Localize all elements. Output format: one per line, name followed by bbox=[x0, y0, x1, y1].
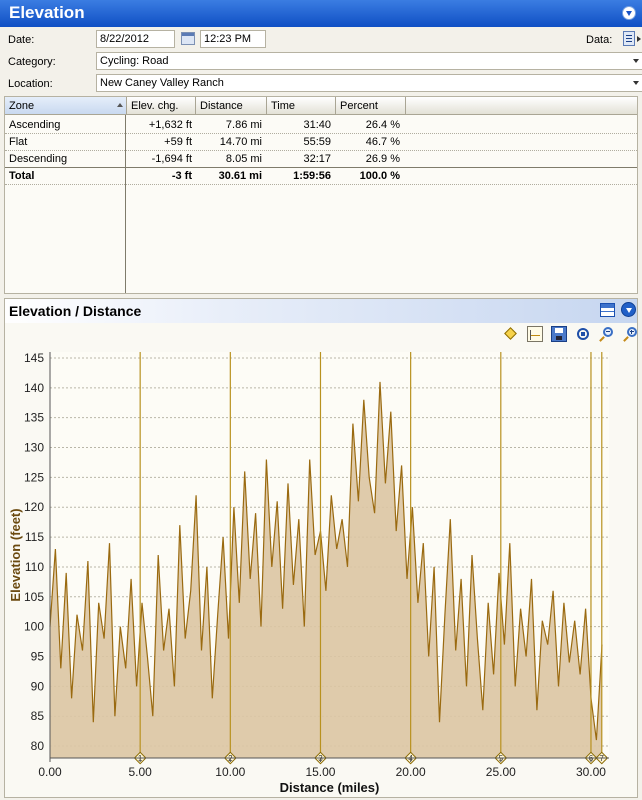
zone-table: Zone Elev. chg. Distance Time Percent As… bbox=[4, 96, 638, 294]
table-cell-total: Total bbox=[9, 170, 35, 182]
x-tick-label: 25.00 bbox=[486, 765, 516, 779]
table-cell: 26.4 % bbox=[365, 119, 400, 131]
y-tick-label: 145 bbox=[24, 351, 44, 365]
chart-menu-icon[interactable] bbox=[621, 302, 636, 317]
data-source-icon[interactable] bbox=[623, 31, 635, 46]
chart-panel: Elevation / Distance 80 85 90 95 100 105 110 11… bbox=[4, 298, 638, 798]
y-tick-label: 120 bbox=[24, 500, 44, 514]
x-tick-label: 20.00 bbox=[396, 765, 426, 779]
table-cell: Descending bbox=[9, 153, 68, 165]
chart-section-title-text: Elevation / Distance bbox=[9, 303, 142, 319]
table-cell: 8.05 mi bbox=[225, 153, 262, 165]
column-header-elev-chg[interactable]: Elev. chg. bbox=[127, 97, 196, 115]
table-cell: Ascending bbox=[9, 119, 61, 131]
chevron-down-icon[interactable] bbox=[633, 81, 639, 85]
location-select[interactable]: New Caney Valley Ranch bbox=[96, 74, 642, 92]
chart-settings-icon[interactable] bbox=[527, 326, 543, 342]
x-tick-label: 30.00 bbox=[576, 765, 606, 779]
table-cell-total: -3 ft bbox=[171, 170, 192, 182]
calendar-icon[interactable] bbox=[181, 32, 195, 45]
column-separator bbox=[125, 115, 126, 293]
window-title: Elevation bbox=[9, 3, 85, 22]
column-header-zone[interactable]: Zone bbox=[5, 97, 127, 115]
column-header-label: Percent bbox=[340, 100, 378, 112]
save-icon[interactable] bbox=[551, 326, 567, 342]
x-axis-label: Distance (miles) bbox=[280, 780, 380, 795]
column-header-time[interactable]: Time bbox=[267, 97, 336, 115]
table-cell: 26.9 % bbox=[365, 153, 400, 165]
column-header-label: Time bbox=[271, 100, 296, 112]
column-header-percent[interactable]: Percent bbox=[336, 97, 406, 115]
category-select[interactable]: Cycling: Road bbox=[96, 52, 642, 70]
collapse-menu-icon[interactable] bbox=[622, 6, 636, 20]
layout-toggle-icon[interactable] bbox=[600, 303, 615, 317]
table-cell: 7.86 mi bbox=[225, 119, 262, 131]
y-tick-label: 125 bbox=[24, 470, 44, 484]
column-header-label: Distance bbox=[200, 100, 243, 112]
y-tick-label: 100 bbox=[24, 620, 44, 634]
table-cell: -1,694 ft bbox=[151, 153, 192, 165]
x-tick-label: 10.00 bbox=[215, 765, 245, 779]
zoom-in-icon[interactable] bbox=[623, 326, 639, 342]
x-tick-label: 5.00 bbox=[128, 765, 152, 779]
location-label: Location: bbox=[8, 78, 53, 90]
chart-section-title: Elevation / Distance bbox=[5, 299, 637, 323]
y-tick-label: 130 bbox=[24, 441, 44, 455]
data-label: Data: bbox=[586, 34, 613, 46]
column-header-distance[interactable]: Distance bbox=[196, 97, 267, 115]
y-tick-label: 90 bbox=[31, 679, 45, 693]
table-cell-total: 1:59:56 bbox=[293, 170, 331, 182]
date-field[interactable]: 8/22/2012 bbox=[96, 30, 175, 48]
y-tick-label: 115 bbox=[25, 530, 44, 544]
diamond-marker-icon[interactable] bbox=[503, 326, 519, 342]
column-header-filler bbox=[406, 97, 637, 115]
table-cell: +59 ft bbox=[164, 136, 192, 148]
chevron-down-icon[interactable] bbox=[633, 59, 639, 63]
column-header-label: Zone bbox=[9, 100, 35, 112]
x-tick-label: 0.00 bbox=[38, 765, 62, 779]
table-cell-total: 100.0 % bbox=[359, 170, 400, 182]
y-tick-label: 85 bbox=[31, 709, 45, 723]
table-cell: Flat bbox=[9, 136, 28, 148]
category-value: Cycling: Road bbox=[100, 55, 169, 67]
data-menu-arrow-icon[interactable] bbox=[637, 36, 641, 42]
y-tick-label: 105 bbox=[24, 590, 44, 604]
row-divider bbox=[5, 184, 637, 185]
y-axis-label: Elevation (feet) bbox=[8, 508, 23, 601]
table-cell: 46.7 % bbox=[365, 136, 400, 148]
column-header-label: Elev. chg. bbox=[131, 100, 179, 112]
y-tick-label: 95 bbox=[31, 650, 45, 664]
y-tick-label: 110 bbox=[25, 560, 44, 574]
location-value: New Caney Valley Ranch bbox=[100, 77, 224, 89]
date-label: Date: bbox=[8, 34, 35, 46]
sort-ascending-icon bbox=[117, 103, 123, 107]
table-cell: +1,632 ft bbox=[148, 119, 192, 131]
table-cell: 31:40 bbox=[303, 119, 331, 131]
zoom-out-icon[interactable] bbox=[599, 326, 615, 342]
table-cell: 14.70 mi bbox=[219, 136, 262, 148]
elevation-chart[interactable]: 8085909510010511011512012513013514014512… bbox=[5, 345, 637, 797]
window-title-bar: Elevation bbox=[0, 0, 642, 27]
category-label: Category: bbox=[8, 56, 56, 68]
x-tick-label: 15.00 bbox=[305, 765, 335, 779]
fit-view-icon[interactable] bbox=[575, 326, 591, 342]
y-tick-label: 80 bbox=[31, 739, 45, 753]
table-cell: 32:17 bbox=[303, 153, 331, 165]
time-field[interactable]: 12:23 PM bbox=[200, 30, 266, 48]
y-tick-label: 135 bbox=[24, 411, 44, 425]
y-tick-label: 140 bbox=[24, 381, 44, 395]
table-cell: 55:59 bbox=[303, 136, 331, 148]
table-cell-total: 30.61 mi bbox=[218, 170, 262, 182]
